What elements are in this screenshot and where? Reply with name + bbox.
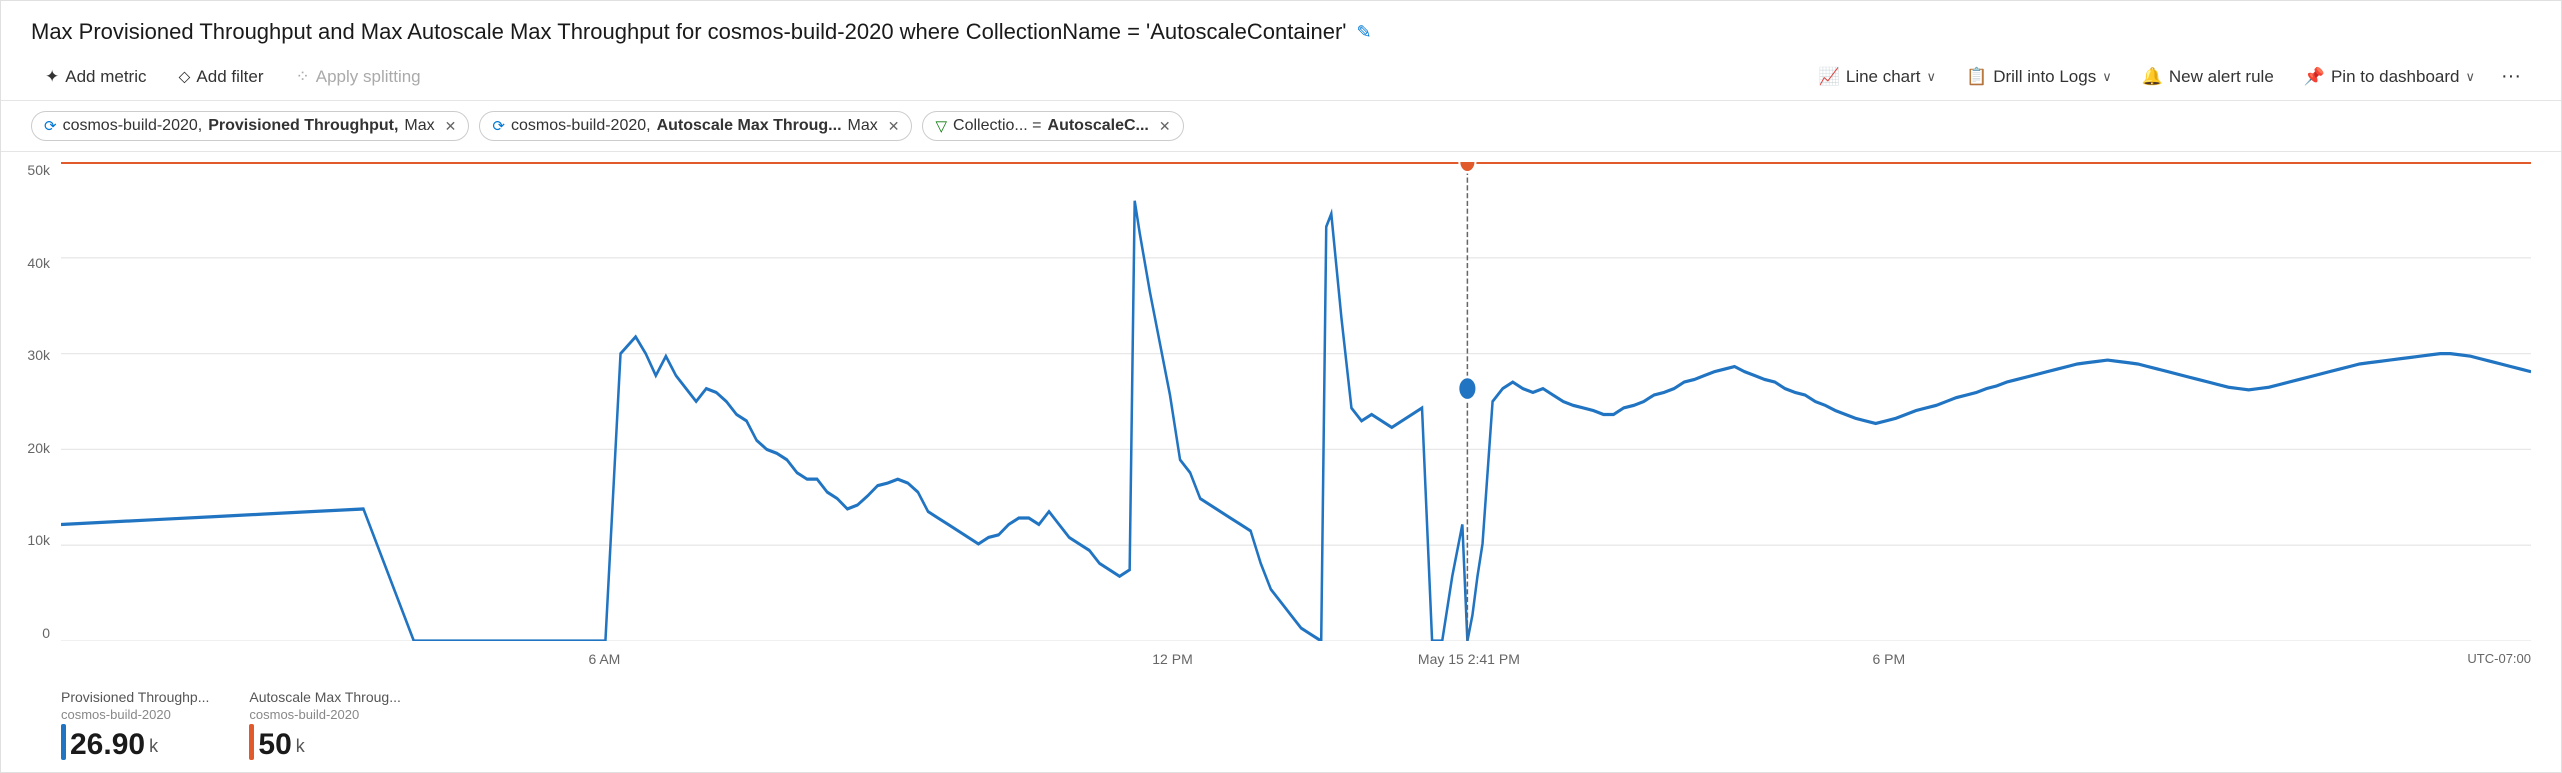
x-label-6am: 6 AM xyxy=(588,651,620,667)
drill-logs-icon: 📋 xyxy=(1966,67,1987,87)
new-alert-rule-button[interactable]: 🔔 New alert rule xyxy=(2128,61,2288,93)
metric-chip-1-icon: ⟳ xyxy=(44,117,57,135)
chart-wrapper: 50k 40k 30k 20k 10k 0 xyxy=(61,162,2531,681)
filter-chip1-bold: AutoscaleC... xyxy=(1048,117,1149,135)
x-axis: 6 AM 12 PM May 15 2:41 PM 6 PM UTC-07:00 xyxy=(61,651,2531,681)
apply-splitting-icon: ⁘ xyxy=(296,67,310,87)
legend-color-bar-1 xyxy=(61,724,66,760)
add-metric-button[interactable]: ✦ Add metric xyxy=(31,61,161,93)
pin-icon: 📌 xyxy=(2304,67,2325,87)
legend-item-1: Provisioned Throughp... cosmos-build-202… xyxy=(61,689,209,760)
metric-chip-2-icon: ⟳ xyxy=(492,117,505,135)
chip2-close-icon[interactable]: ✕ xyxy=(888,118,900,135)
legend-value-2: 50 xyxy=(258,730,291,760)
chip2-prefix: cosmos-build-2020, xyxy=(511,117,651,135)
legend-item-2: Autoscale Max Throug... cosmos-build-202… xyxy=(249,689,400,760)
title-bar: Max Provisioned Throughput and Max Autos… xyxy=(1,1,2561,53)
x-label-6pm: 6 PM xyxy=(1872,651,1905,667)
chip1-close-icon[interactable]: ✕ xyxy=(445,118,457,135)
x-label-241pm: May 15 2:41 PM xyxy=(1418,651,1520,667)
legend-source-1: cosmos-build-2020 xyxy=(61,707,209,722)
filter-chip-1[interactable]: ▽ Collectio... = AutoscaleC... ✕ xyxy=(922,111,1183,141)
main-container: Max Provisioned Throughput and Max Autos… xyxy=(0,0,2562,773)
chart-area: ‹ › 50k 40k 30k 20k 10k 0 xyxy=(1,152,2561,772)
apply-splitting-button[interactable]: ⁘ Apply splitting xyxy=(282,61,435,93)
chip1-prefix: cosmos-build-2020, xyxy=(63,117,203,135)
legend-value-1: 26.90 xyxy=(70,730,145,760)
line-chart-button[interactable]: 📈 Line chart ∨ xyxy=(1805,61,1950,93)
edit-icon[interactable]: ✎ xyxy=(1356,22,1371,43)
pin-to-dashboard-button[interactable]: 📌 Pin to dashboard ∨ xyxy=(2290,61,2489,93)
drill-into-logs-button[interactable]: 📋 Drill into Logs ∨ xyxy=(1952,61,2126,93)
line-chart-chevron: ∨ xyxy=(1927,69,1937,85)
add-metric-icon: ✦ xyxy=(45,67,59,87)
filters-bar: ⟳ cosmos-build-2020, Provisioned Through… xyxy=(1,101,2561,152)
y-label-0: 0 xyxy=(42,625,56,641)
legend-label-1: Provisioned Throughp... xyxy=(61,689,209,705)
chip2-bold: Autoscale Max Throug... xyxy=(657,117,842,135)
more-options-button[interactable]: ··· xyxy=(2491,59,2531,94)
y-label-20k: 20k xyxy=(27,440,56,456)
legend-bar: Provisioned Throughp... cosmos-build-202… xyxy=(61,681,2531,772)
line-chart-icon: 📈 xyxy=(1819,67,1840,87)
y-axis: 50k 40k 30k 20k 10k 0 xyxy=(6,162,56,641)
add-filter-icon: ⬦ xyxy=(179,67,191,87)
filter-chip1-close-icon[interactable]: ✕ xyxy=(1159,118,1171,135)
y-label-40k: 40k xyxy=(27,255,56,271)
legend-color-bar-2 xyxy=(249,724,254,760)
x-label-12pm: 12 PM xyxy=(1152,651,1192,667)
alert-icon: 🔔 xyxy=(2142,67,2163,87)
toolbar: ✦ Add metric ⬦ Add filter ⁘ Apply splitt… xyxy=(1,53,2561,101)
legend-unit-1: k xyxy=(149,736,158,760)
x-label-utc: UTC-07:00 xyxy=(2467,651,2531,666)
y-label-50k: 50k xyxy=(27,162,56,178)
toolbar-right: 📈 Line chart ∨ 📋 Drill into Logs ∨ 🔔 New… xyxy=(1805,59,2531,94)
page-title: Max Provisioned Throughput and Max Autos… xyxy=(31,19,1346,45)
legend-label-2: Autoscale Max Throug... xyxy=(249,689,400,705)
chart-svg xyxy=(61,162,2531,641)
chip1-bold: Provisioned Throughput, xyxy=(208,117,398,135)
y-label-30k: 30k xyxy=(27,347,56,363)
y-label-10k: 10k xyxy=(27,532,56,548)
chip1-suffix: Max xyxy=(404,117,434,135)
filter-chip1-prefix: Collectio... = xyxy=(953,117,1041,135)
toolbar-left: ✦ Add metric ⬦ Add filter ⁘ Apply splitt… xyxy=(31,61,1805,93)
legend-value-row-1: 26.90 k xyxy=(61,724,209,760)
chip2-suffix: Max xyxy=(848,117,878,135)
add-filter-button[interactable]: ⬦ Add filter xyxy=(165,61,278,93)
drill-logs-chevron: ∨ xyxy=(2102,69,2112,85)
legend-source-2: cosmos-build-2020 xyxy=(249,707,400,722)
metric-chip-2[interactable]: ⟳ cosmos-build-2020, Autoscale Max Throu… xyxy=(479,111,912,141)
pin-chevron: ∨ xyxy=(2466,69,2476,85)
metric-chip-1[interactable]: ⟳ cosmos-build-2020, Provisioned Through… xyxy=(31,111,469,141)
legend-unit-2: k xyxy=(296,736,305,760)
filter-chip-1-icon: ▽ xyxy=(935,117,947,135)
legend-value-row-2: 50 k xyxy=(249,724,400,760)
